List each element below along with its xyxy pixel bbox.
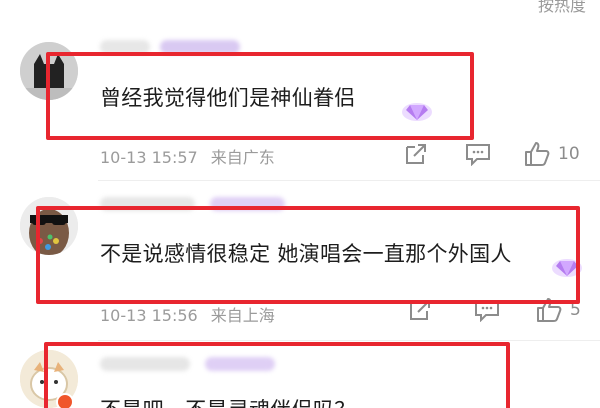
highlight-box [44, 342, 510, 408]
comment-item-3: 不是吧，不是灵魂伴侣吗？ [0, 0, 600, 408]
